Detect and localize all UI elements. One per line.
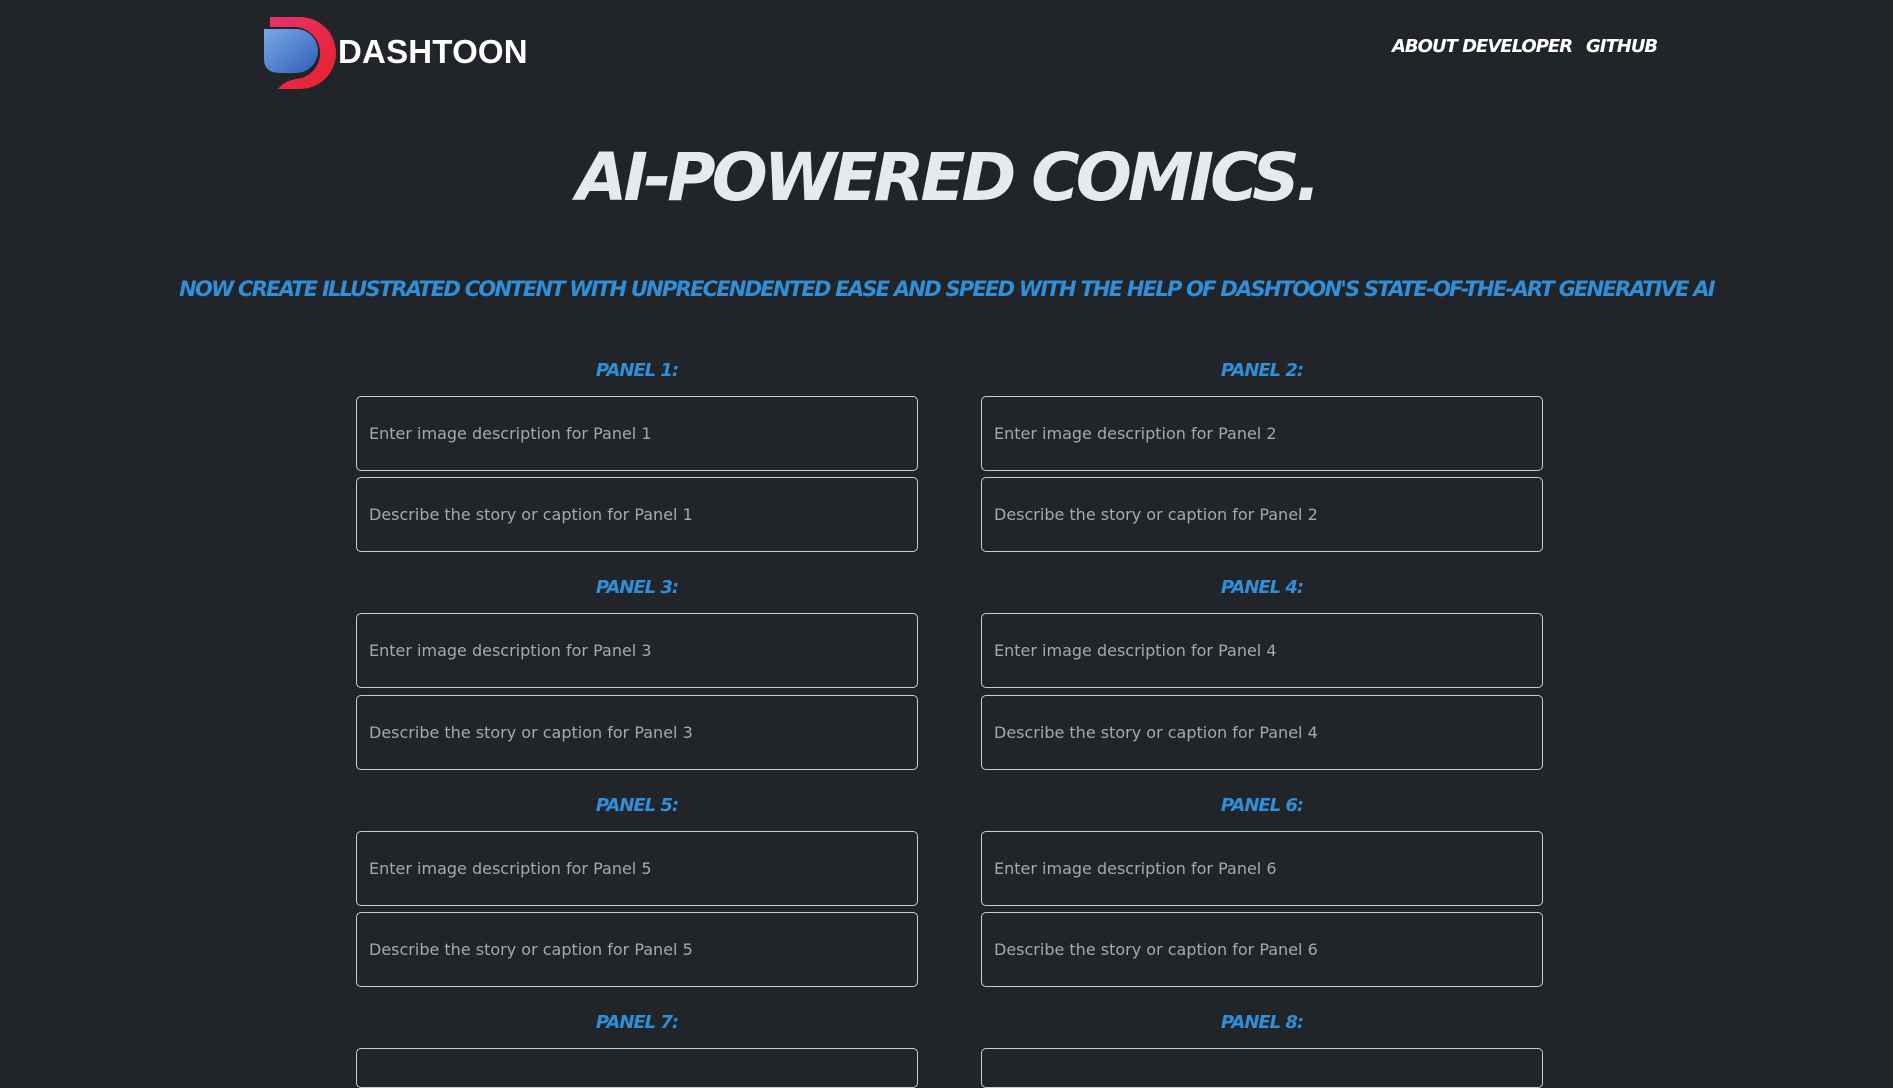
panel-1-image-description-input[interactable]	[356, 396, 918, 471]
panel-6-caption-input[interactable]	[981, 912, 1543, 987]
panel-5-label: Panel 5:	[595, 795, 679, 816]
panel-4-caption-input[interactable]	[981, 695, 1543, 770]
panel-6-label: Panel 6:	[1220, 795, 1304, 816]
panel-3-label: Panel 3:	[595, 577, 679, 598]
panel-2-caption-input[interactable]	[981, 477, 1543, 552]
panel-2-label: Panel 2:	[1220, 360, 1304, 381]
site-header: DASHTOON About Developer Github	[0, 0, 1893, 100]
panel-3-caption-input[interactable]	[356, 695, 918, 770]
dashtoon-logo-icon	[264, 17, 336, 89]
panel-4-image-description-input[interactable]	[981, 613, 1543, 688]
panel-3-image-description-input[interactable]	[356, 613, 918, 688]
brand-name: DASHTOON	[338, 33, 528, 70]
nav-github-link[interactable]: Github	[1586, 36, 1658, 57]
panel-5-caption-input[interactable]	[356, 912, 918, 987]
panel-1-label: Panel 1:	[595, 360, 679, 381]
panel-7-image-description-input[interactable]	[356, 1048, 918, 1088]
page-title: AI-Powered Comics.	[576, 139, 1321, 216]
panel-4-label: Panel 4:	[1220, 577, 1304, 598]
page-subtitle: Now create illustrated content with unpr…	[179, 277, 1715, 301]
panel-5-image-description-input[interactable]	[356, 831, 918, 906]
panel-8-label: Panel 8:	[1220, 1012, 1304, 1033]
brand-logo[interactable]: DASHTOON	[262, 15, 528, 89]
panel-7-label: Panel 7:	[595, 1012, 679, 1033]
nav-about-developer-link[interactable]: About Developer	[1392, 36, 1573, 57]
panel-2-image-description-input[interactable]	[981, 396, 1543, 471]
panel-8-image-description-input[interactable]	[981, 1048, 1543, 1088]
panel-1-caption-input[interactable]	[356, 477, 918, 552]
panel-6-image-description-input[interactable]	[981, 831, 1543, 906]
